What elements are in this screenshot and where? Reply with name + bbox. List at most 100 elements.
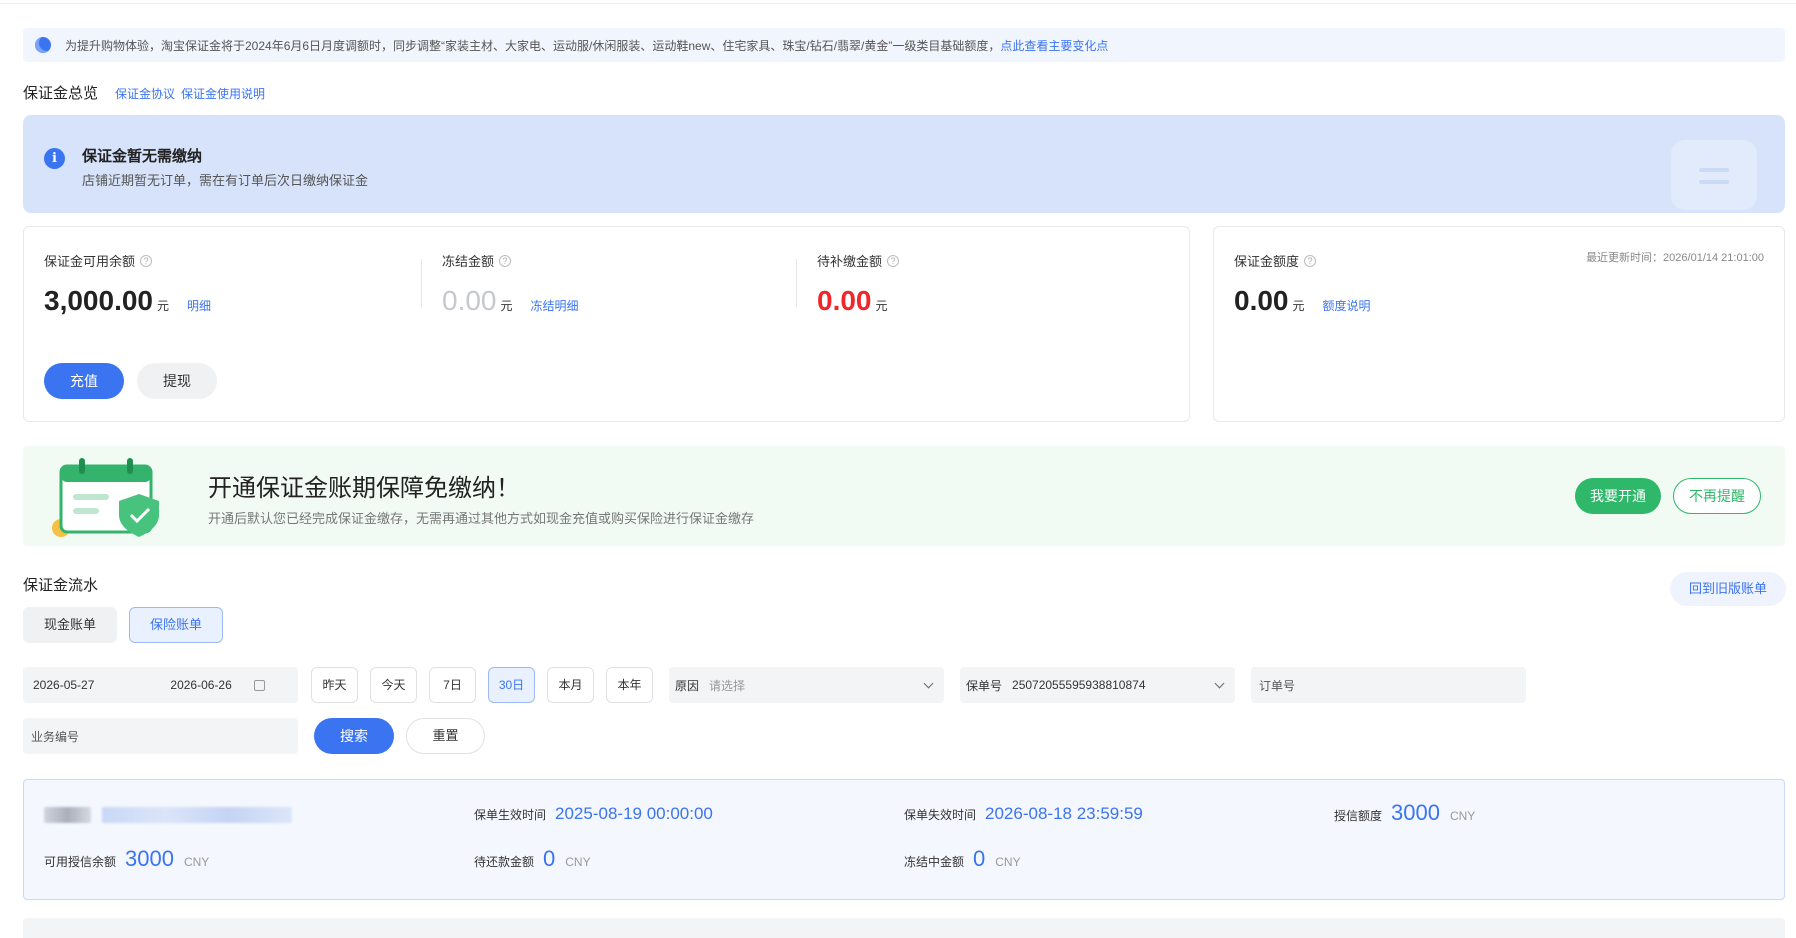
quick-this-month[interactable]: 本月 xyxy=(547,667,594,703)
date-range-picker[interactable]: 2026-05-27 2026-06-26 xyxy=(23,667,298,703)
unit: CNY xyxy=(183,855,210,869)
help-icon[interactable]: ? xyxy=(499,254,512,267)
frozen-credit-value: 0 xyxy=(973,846,986,871)
available-credit-label: 可用授信余额 xyxy=(44,855,117,869)
effective-time-value: 2025-08-19 00:00:00 xyxy=(555,804,713,823)
masked-name xyxy=(44,807,91,823)
quota: 0.00 元 额度说明 xyxy=(1234,285,1371,317)
notice-link[interactable]: 点此查看主要变化点 xyxy=(1000,37,1108,54)
search-button[interactable]: 搜索 xyxy=(314,718,394,754)
date-start: 2026-05-27 xyxy=(33,678,95,692)
quick-yesterday[interactable]: 昨天 xyxy=(311,667,358,703)
unit: 元 xyxy=(500,299,513,313)
policy-value: 25072055595938810874 xyxy=(1012,678,1146,692)
available-credit: 可用授信余额 3000 CNY xyxy=(44,846,209,872)
notice-bar: 为提升购物体验，淘宝保证金将于2024年6月6日月度调额时，同步调整“家装主材、… xyxy=(23,28,1785,62)
quota-label: 保证金额度? xyxy=(1234,251,1317,270)
frozen-amount-label: 冻结金额? xyxy=(442,251,512,270)
notice-text: 为提升购物体验，淘宝保证金将于2024年6月6日月度调额时，同步调整“家装主材、… xyxy=(65,38,1001,53)
quota-updated-time: 最近更新时间：2026/01/14 21:01:00 xyxy=(1586,252,1764,264)
quick-30days[interactable]: 30日 xyxy=(488,667,535,703)
available-balance: 3,000.00 元 明细 xyxy=(44,285,211,317)
dismiss-reminder-button[interactable]: 不再提醒 xyxy=(1673,478,1761,514)
insurance-policy-summary: 保单生效时间 2025-08-19 00:00:00 保单失效时间 2026-0… xyxy=(23,779,1785,900)
expire-time: 保单失效时间 2026-08-18 23:59:59 xyxy=(904,804,1143,824)
calendar-shield-illustration xyxy=(52,458,159,537)
frozen-detail-link[interactable]: 冻结明细 xyxy=(531,297,579,314)
balance-detail-link[interactable]: 明细 xyxy=(187,297,211,314)
expire-time-value: 2026-08-18 23:59:59 xyxy=(985,804,1143,823)
unit: 元 xyxy=(1292,299,1305,313)
masked-policy-link[interactable] xyxy=(102,807,292,823)
repay-amount: 待还款金额 0 CNY xyxy=(474,846,591,872)
tab-insurance-bill[interactable]: 保险账单 xyxy=(129,607,223,643)
promo-title: 开通保证金账期保障免缴纳！ xyxy=(208,475,520,502)
business-number-input[interactable]: 业务编号 xyxy=(23,718,298,754)
calendar-icon xyxy=(253,679,265,691)
repay-amount-value: 0 xyxy=(543,846,556,871)
quota-value: 0.00 xyxy=(1234,285,1289,316)
chevron-down-icon xyxy=(923,678,934,689)
unit: 元 xyxy=(875,299,888,313)
reason-placeholder: 请选择 xyxy=(709,678,746,693)
chevron-down-icon xyxy=(1214,678,1225,689)
open-credit-button[interactable]: 我要开通 xyxy=(1575,478,1661,514)
quota-card: 保证金额度? 最近更新时间：2026/01/14 21:01:00 0.00 元… xyxy=(1213,226,1785,422)
order-placeholder: 订单号 xyxy=(1259,678,1296,693)
repay-amount-label: 待还款金额 xyxy=(474,855,535,869)
frozen-amount-value: 0.00 xyxy=(442,285,497,316)
flow-table-header xyxy=(23,918,1785,938)
help-icon[interactable]: ? xyxy=(887,254,900,267)
unit: CNY xyxy=(995,855,1021,869)
banner-decoration-icon xyxy=(1671,140,1757,210)
business-placeholder: 业务编号 xyxy=(31,729,80,744)
unit: CNY xyxy=(565,855,591,869)
recharge-button[interactable]: 充值 xyxy=(44,363,124,399)
credit-limit-label: 授信额度 xyxy=(1334,809,1383,823)
withdraw-button[interactable]: 提现 xyxy=(137,363,217,399)
tab-cash-bill[interactable]: 现金账单 xyxy=(23,607,117,643)
balance-card: 保证金可用余额? 3,000.00 元 明细 冻结金额? 0.00 元 冻结明细… xyxy=(23,226,1190,422)
reason-label: 原因 xyxy=(675,678,700,693)
quick-7days[interactable]: 7日 xyxy=(429,667,476,703)
available-balance-value: 3,000.00 xyxy=(44,285,153,316)
policy-number-select[interactable]: 保单号 25072055595938810874 xyxy=(960,667,1235,703)
credit-limit: 授信额度 3000 CNY xyxy=(1334,800,1475,826)
frozen-credit-label: 冻结中金额 xyxy=(904,855,965,869)
divider xyxy=(421,259,422,307)
unit: CNY xyxy=(1449,809,1476,823)
reason-select[interactable]: 原因 请选择 xyxy=(669,667,944,703)
banner-subtitle: 店铺近期暂无订单，需在有订单后次日缴纳保证金 xyxy=(82,173,369,188)
overview-title: 保证金总览 xyxy=(23,85,99,102)
info-icon: i xyxy=(44,148,65,169)
order-number-input[interactable]: 订单号 xyxy=(1251,667,1526,703)
frozen-amount: 0.00 元 冻结明细 xyxy=(442,285,579,317)
help-icon[interactable]: ? xyxy=(1304,254,1317,267)
reset-button[interactable]: 重置 xyxy=(406,718,485,754)
available-balance-label: 保证金可用余额? xyxy=(44,251,153,270)
status-banner: i 保证金暂无需缴纳 店铺近期暂无订单，需在有订单后次日缴纳保证金 xyxy=(23,115,1785,213)
promo-subtitle: 开通后默认您已经完成保证金缴存，无需再通过其他方式如现金充值或购买保险进行保证金… xyxy=(208,511,755,526)
credit-promo-banner: 开通保证金账期保障免缴纳！ 开通后默认您已经完成保证金缴存，无需再通过其他方式如… xyxy=(23,446,1785,546)
banner-title: 保证金暂无需缴纳 xyxy=(82,148,203,165)
pending-amount-label: 待补缴金额? xyxy=(817,251,900,270)
quick-this-year[interactable]: 本年 xyxy=(606,667,653,703)
pending-amount: 0.00 元 xyxy=(817,285,888,317)
frozen-credit: 冻结中金额 0 CNY xyxy=(904,846,1021,872)
unit: 元 xyxy=(157,299,170,313)
pending-amount-value: 0.00 xyxy=(817,285,872,316)
quick-today[interactable]: 今天 xyxy=(370,667,417,703)
credit-limit-value: 3000 xyxy=(1391,800,1440,825)
quota-explain-link[interactable]: 额度说明 xyxy=(1323,297,1371,314)
old-bill-button[interactable]: 回到旧版账单 xyxy=(1670,572,1786,606)
agreement-link[interactable]: 保证金协议 xyxy=(115,85,175,102)
effective-time-label: 保单生效时间 xyxy=(474,808,547,822)
expire-time-label: 保单失效时间 xyxy=(904,808,977,822)
date-end: 2026-06-26 xyxy=(170,678,232,692)
flow-title: 保证金流水 xyxy=(23,577,99,594)
top-divider xyxy=(0,0,1796,4)
help-icon[interactable]: ? xyxy=(140,254,153,267)
usage-guide-link[interactable]: 保证金使用说明 xyxy=(181,85,265,102)
divider xyxy=(796,259,797,307)
available-credit-value: 3000 xyxy=(125,846,174,871)
